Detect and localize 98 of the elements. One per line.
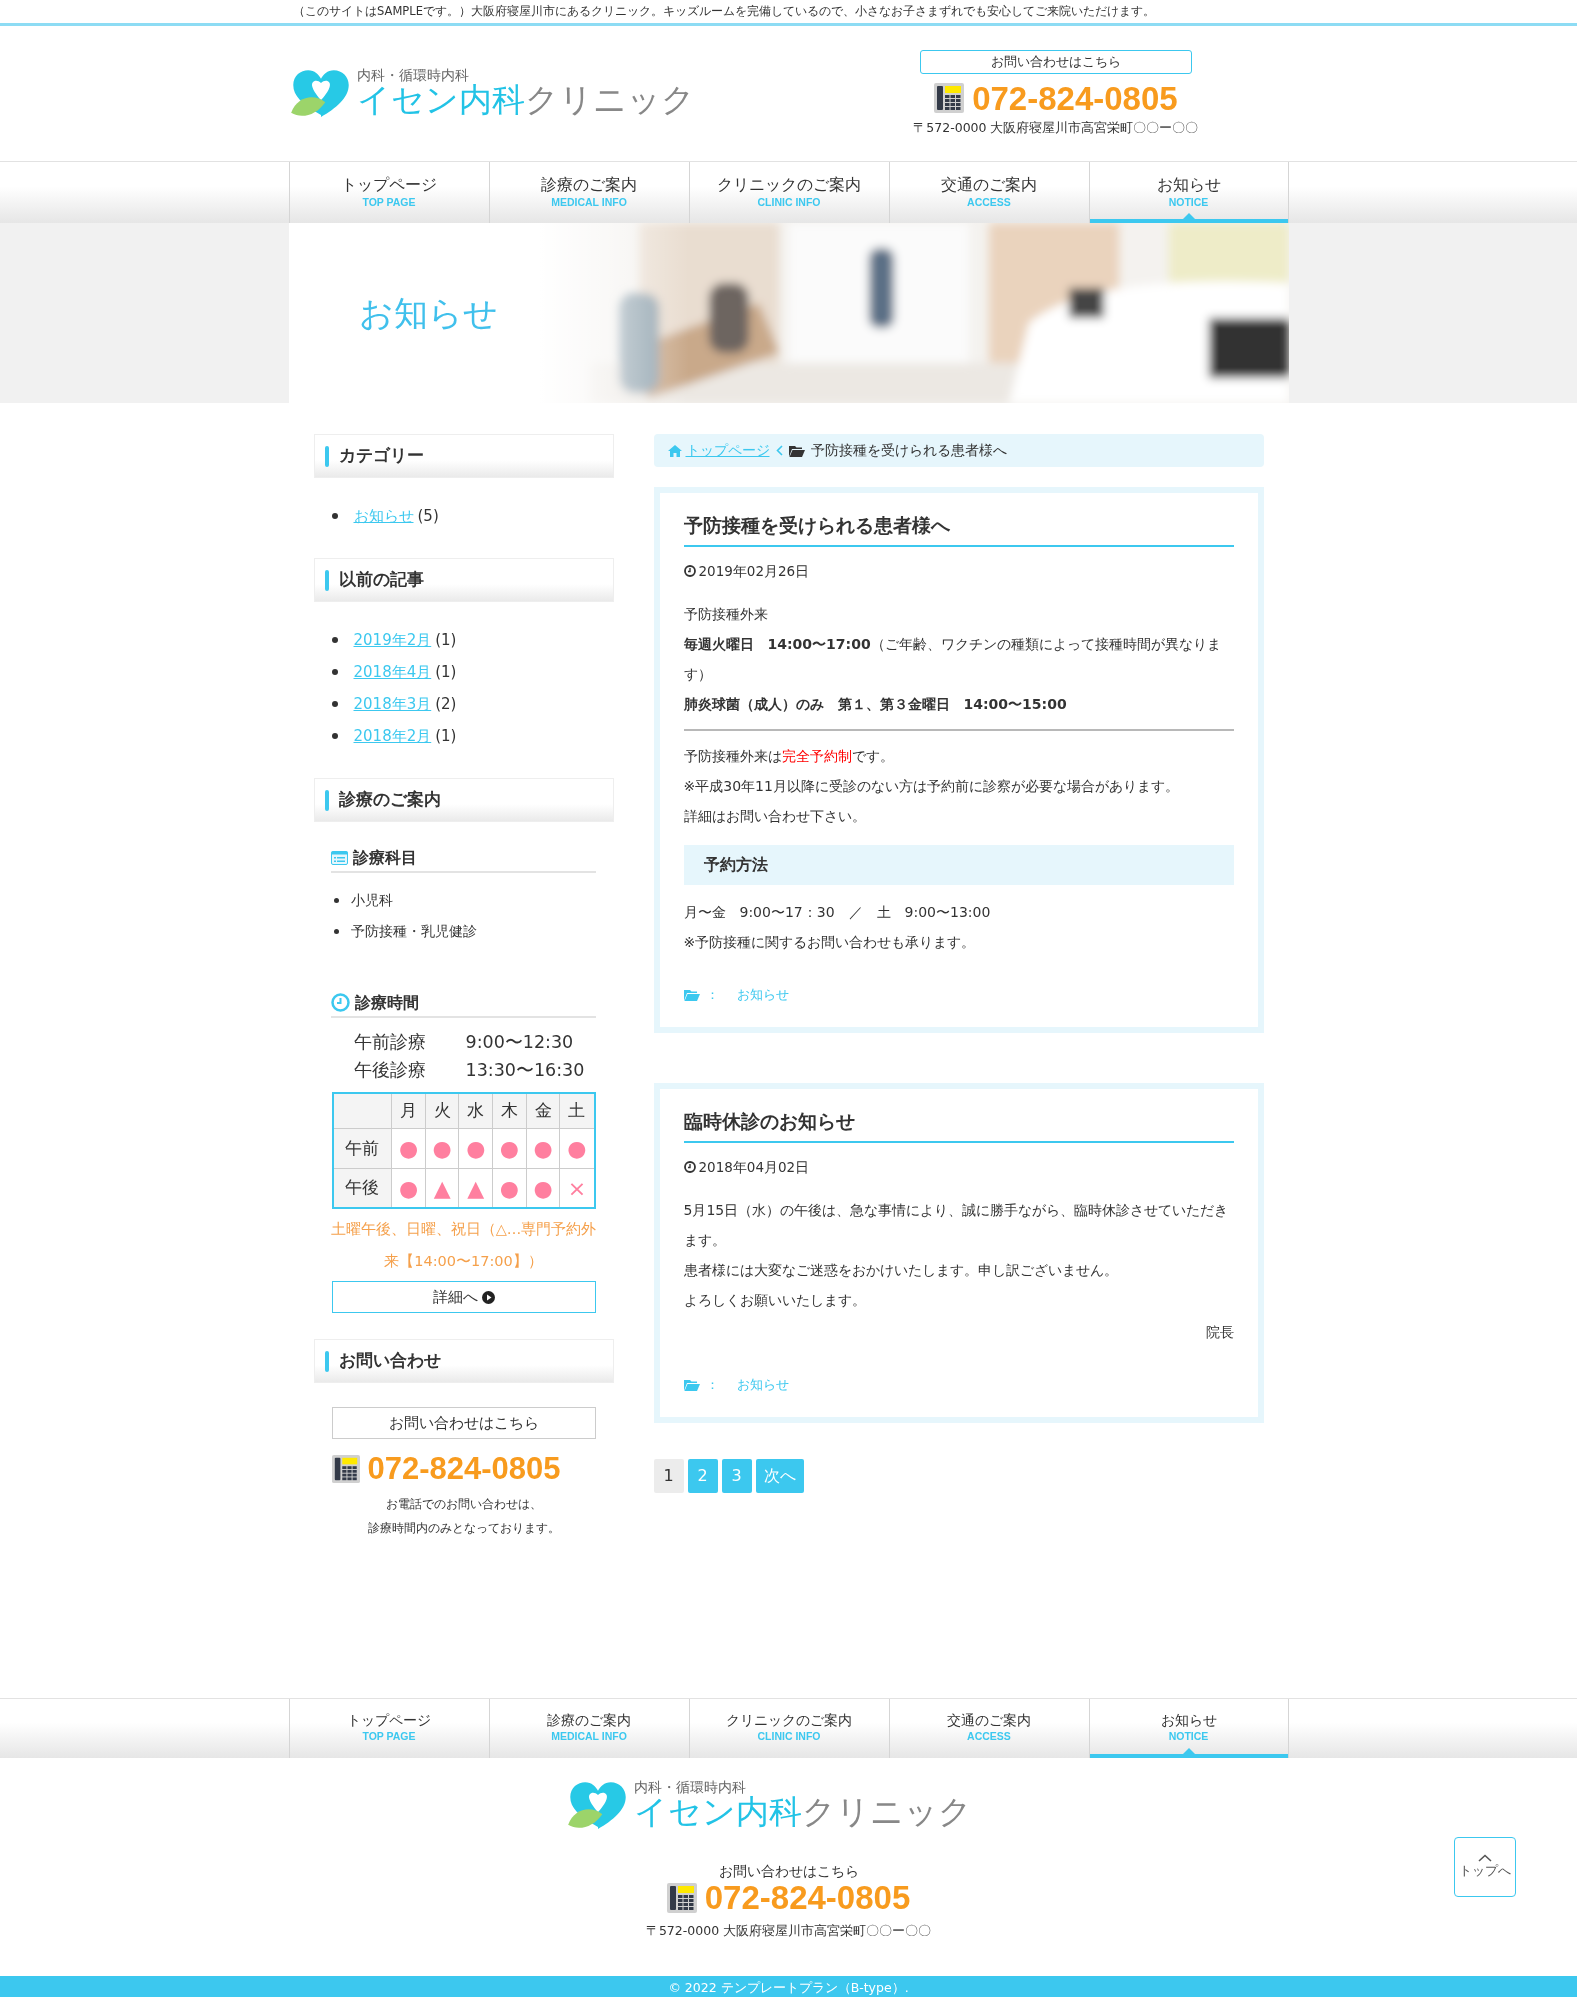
- post-text: 毎週火曜日 14:00〜17:00（ご年齢、ワクチンの種類によって接種時間が異なります）: [683, 635, 1222, 685]
- telephone-icon: [934, 83, 965, 114]
- address: 〒572-0000 大阪府寝屋川市高宮栄町〇〇ー〇〇: [913, 118, 1199, 137]
- post-text: 予防接種外来は完全予約制です。: [683, 747, 895, 767]
- contact-label: お問い合わせはこちら: [919, 49, 1192, 74]
- post-text: 詳細はお問い合わせ下さい。: [683, 807, 867, 827]
- folder-icon: [788, 444, 805, 457]
- bullet-icon: [333, 898, 339, 904]
- department-item: 小児科: [350, 891, 393, 911]
- post-text: 肺炎球菌（成人）のみ 第１、第３金曜日 14:00〜15:00: [683, 695, 1068, 715]
- nav-tab[interactable]: クリニックのご案内 CLINIC INFO: [688, 1699, 889, 1758]
- post-text: 患者様には大変なご迷惑をおかけいたします。申し訳ございません。: [683, 1261, 1119, 1281]
- home-icon: [667, 444, 682, 457]
- bullet-icon: [333, 929, 339, 935]
- post-text: よろしくお願いいたします。: [683, 1291, 867, 1311]
- widget-heading: 以前の記事: [313, 558, 614, 602]
- schedule-mark: ●: [391, 1128, 426, 1169]
- chevron-left-icon: [775, 445, 783, 456]
- folder-icon: [683, 1379, 700, 1392]
- bullet-icon: [331, 637, 338, 643]
- widget-heading: お問い合わせ: [313, 1339, 614, 1384]
- post-text: 5月15日（水）の午後は、急な事情により、誠に勝手ながら、臨時休診させていただきます。: [683, 1201, 1230, 1251]
- telephone-icon: [331, 1454, 360, 1483]
- logo-text: イセン内科クリニック: [356, 82, 695, 119]
- clock-icon: [683, 565, 696, 578]
- post-text: ※予防接種に関するお問い合わせも承ります。: [683, 933, 977, 953]
- bullet-icon: [331, 733, 338, 739]
- category-separator: ：: [705, 1376, 719, 1395]
- bullet-icon: [331, 701, 338, 707]
- logo-subtitle: 内科・循環時内科: [356, 68, 470, 83]
- chevron-up-icon: [1478, 1853, 1492, 1862]
- post-count: (2): [435, 694, 457, 715]
- page-button[interactable]: 1: [653, 1458, 684, 1493]
- hours-label: 午後診療: [353, 1059, 427, 1083]
- site-notice: （このサイトはSAMPLEです。）大阪府寝屋川市にあるクリニック。キッズルームを完備しているので、小さなお子さまずれでも安心してご来院いただけます。: [293, 4, 1155, 18]
- list-icon: [330, 850, 348, 865]
- day-header: 月: [391, 1093, 426, 1129]
- clock-icon: [683, 1161, 696, 1174]
- phone-number: 072-824-0805: [704, 1881, 911, 1915]
- schedule-mark: ●: [526, 1128, 560, 1169]
- logo-text: イセン内科クリニック: [633, 1794, 972, 1831]
- schedule-mark: ●: [492, 1128, 527, 1169]
- signature: 院長: [1204, 1323, 1234, 1343]
- telephone-icon: [666, 1882, 697, 1913]
- post-date: 2018年04月02日: [698, 1158, 810, 1178]
- nav-tab[interactable]: 診療のご案内 MEDICAL INFO: [488, 1699, 689, 1758]
- address: 〒572-0000 大阪府寝屋川市高宮栄町〇〇ー〇〇: [645, 1922, 932, 1941]
- nav-tab[interactable]: トップページ TOP PAGE: [288, 1699, 489, 1758]
- post-text: ※平成30年11月以降に受診のない方は予約前に診察が必要な場合があります。: [683, 777, 1180, 797]
- section-heading: 予約方法: [683, 845, 1234, 886]
- department-item: 予防接種・乳児健診: [350, 922, 477, 942]
- post-date: 2019年02月26日: [698, 562, 810, 582]
- contact-label: お問い合わせはこちら: [331, 1407, 596, 1440]
- phone-number: 072-824-0805: [367, 1453, 561, 1485]
- hours-label: 午前診療: [353, 1031, 427, 1055]
- bullet-icon: [331, 669, 338, 675]
- widget-heading: カテゴリー: [313, 434, 614, 478]
- hours-time: 13:30〜16:30: [465, 1060, 585, 1081]
- schedule-note: 土曜午後、日曜、祝日（△…専門予約外来【14:00〜17:00】）: [329, 1220, 598, 1272]
- nav-tab[interactable]: お知らせ NOTICE: [1088, 1699, 1289, 1758]
- day-header: 金: [526, 1093, 560, 1129]
- day-header: 火: [425, 1093, 459, 1129]
- subsection-heading: 診療時間: [354, 993, 419, 1013]
- hours-time: 9:00〜12:30: [465, 1032, 574, 1053]
- subsection-heading: 診療科目: [352, 848, 417, 868]
- bullet-icon: [331, 513, 338, 519]
- logo-subtitle: 内科・循環時内科: [633, 1780, 747, 1795]
- contact-note: 診療時間内のみとなっております。: [366, 1520, 561, 1538]
- copyright: © 2022 テンプレートプラン（B-type）.: [0, 1976, 1577, 1997]
- play-circle-icon: [481, 1290, 495, 1304]
- schedule-mark: ●: [425, 1128, 459, 1169]
- post-count: (1): [435, 630, 457, 651]
- post-title: 予防接種を受けられる患者様へ: [683, 515, 1234, 548]
- breadcrumb-current: 予防接種を受けられる患者様へ: [810, 441, 1007, 460]
- contact-note: お電話でのお問い合わせは、: [384, 1496, 543, 1514]
- details-button[interactable]: 詳細へ: [331, 1281, 596, 1314]
- post-text: 月〜金 9:00〜17：30 ／ 土 9:00〜13:00: [683, 903, 992, 923]
- post-count: (5): [417, 506, 439, 527]
- row-header: 午後: [332, 1168, 392, 1209]
- contact-label: お問い合わせはこちら: [718, 1862, 859, 1882]
- post-text: 予防接種外来: [683, 605, 769, 625]
- folder-icon: [683, 989, 700, 1002]
- back-to-top-button[interactable]: トップへ: [1454, 1837, 1516, 1897]
- page-title: お知らせ: [358, 292, 498, 334]
- nav-tab[interactable]: お知らせ NOTICE: [1088, 162, 1289, 223]
- day-header: 土: [559, 1093, 595, 1129]
- day-header: 木: [492, 1093, 527, 1129]
- phone-number: 072-824-0805: [972, 81, 1178, 115]
- widget-heading: 診療のご案内: [313, 778, 614, 822]
- day-header: 水: [458, 1093, 493, 1129]
- clock-icon: [330, 993, 350, 1013]
- post-count: (1): [435, 726, 457, 747]
- post-title: 臨時休診のお知らせ: [683, 1110, 1234, 1144]
- post-count: (1): [435, 662, 457, 683]
- row-header: 午前: [332, 1128, 392, 1169]
- schedule-mark: ●: [458, 1128, 493, 1169]
- nav-tab[interactable]: 交通のご案内 ACCESS: [888, 1699, 1089, 1758]
- category-separator: ：: [705, 986, 719, 1005]
